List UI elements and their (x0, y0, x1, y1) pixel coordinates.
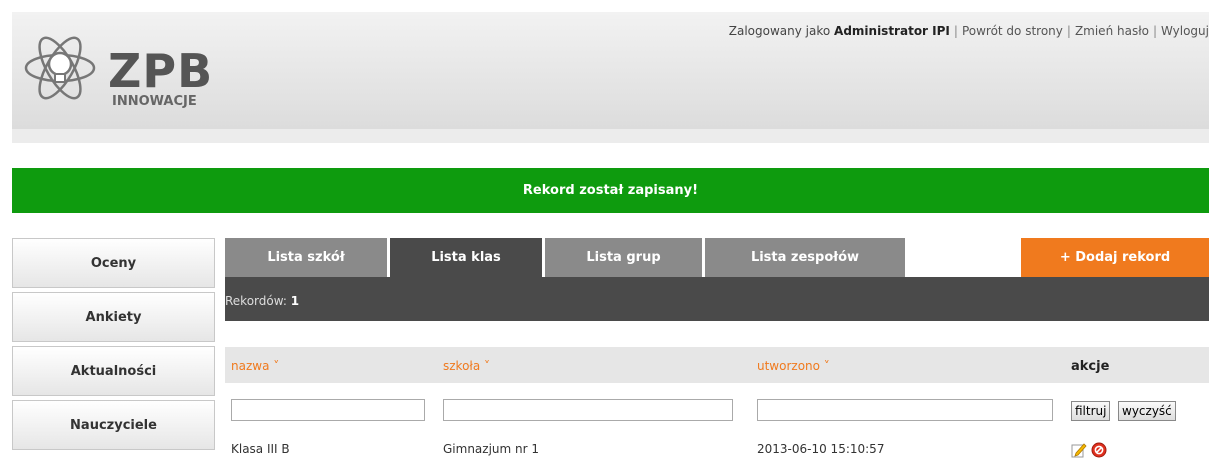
sidebar-item-oceny[interactable]: Oceny (12, 238, 215, 288)
table-row: Klasa III B Gimnazjum nr 1 2013-06-10 15… (225, 437, 1209, 463)
records-label: Rekordów: (225, 294, 287, 308)
sidebar-item-nauczyciele[interactable]: Nauczyciele (12, 400, 215, 450)
filter-nazwa-input[interactable] (231, 399, 425, 421)
cell-szkola: Gimnazjum nr 1 (443, 442, 540, 456)
filter-szkola-input[interactable] (443, 399, 733, 421)
logo[interactable]: ZPB INNOWACJE (20, 28, 230, 109)
column-akcje: akcje (1071, 359, 1110, 374)
tab-lista-szkol[interactable]: Lista szkół (225, 238, 387, 277)
tab-lista-grup[interactable]: Lista grup (545, 238, 702, 277)
add-record-button[interactable]: + Dodaj rekord (1021, 238, 1209, 277)
sidebar-item-aktualnosci[interactable]: Aktualności (12, 346, 215, 396)
cell-nazwa: Klasa III B (231, 442, 290, 456)
sidebar-item-ankiety[interactable]: Ankiety (12, 292, 215, 342)
flash-message: Rekord został zapisany! (12, 168, 1209, 213)
logo-title: ZPB (108, 44, 214, 98)
header-strip (12, 129, 1209, 143)
lightbulb-atom-icon (24, 36, 96, 100)
logout-link[interactable]: Wyloguj (1161, 24, 1209, 38)
records-bar: Rekordów: 1 (225, 277, 1209, 321)
sidebar: Oceny Ankiety Aktualności Nauczyciele (12, 238, 215, 454)
logo-subtitle: INNOWACJE (112, 94, 197, 109)
filter-row: filtruj wyczyść (225, 399, 1209, 425)
column-szkola[interactable]: szkoła ˅ (443, 359, 490, 373)
column-nazwa[interactable]: nazwa ˅ (231, 359, 279, 373)
filter-utworzono-input[interactable] (757, 399, 1053, 421)
user-bar: Zalogowany jako Administrator IPI | Powrót… (728, 24, 1209, 38)
user-name: Administrator IPI (834, 24, 950, 38)
clear-filter-button[interactable]: wyczyść (1118, 401, 1176, 421)
records-count: 1 (290, 294, 300, 308)
table-header: nazwa ˅ szkoła ˅ utworzono ˅ akcje (225, 347, 1209, 383)
change-password-link[interactable]: Zmień hasło (1075, 24, 1149, 38)
logged-in-prefix: Zalogowany jako (728, 24, 831, 38)
delete-icon[interactable] (1091, 442, 1107, 458)
edit-icon[interactable] (1071, 442, 1087, 458)
tab-lista-klas[interactable]: Lista klas (390, 238, 542, 277)
cell-utworzono: 2013-06-10 15:10:57 (757, 442, 885, 456)
column-utworzono[interactable]: utworzono ˅ (757, 359, 830, 373)
tab-lista-zespolow[interactable]: Lista zespołów (705, 238, 905, 277)
back-to-site-link[interactable]: Powrót do strony (962, 24, 1063, 38)
filter-button[interactable]: filtruj (1071, 401, 1111, 421)
